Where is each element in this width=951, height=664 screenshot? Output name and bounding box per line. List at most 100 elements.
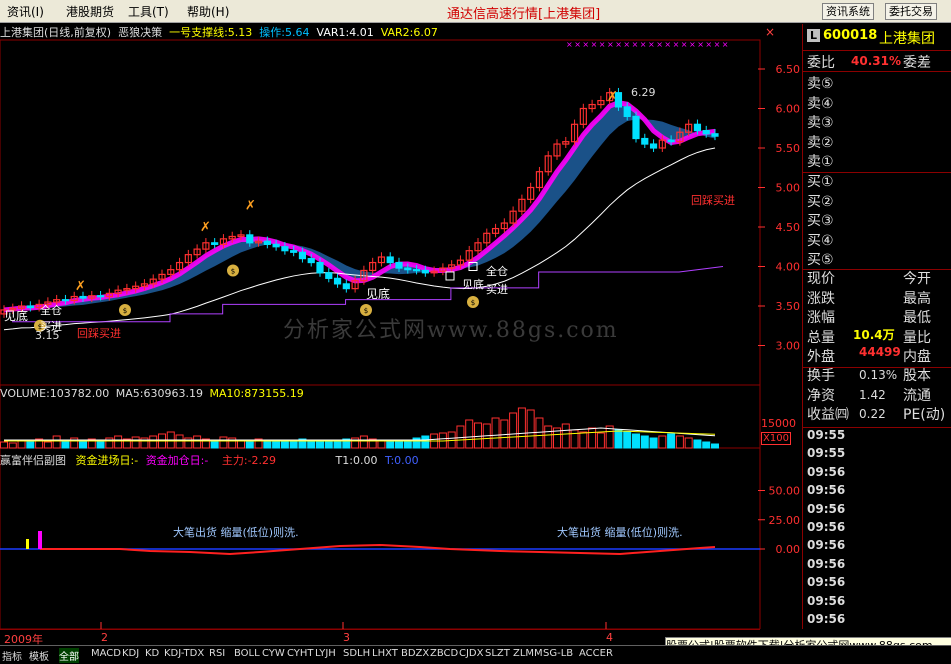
tick-time: 09:56: [807, 483, 846, 498]
quote-panel: L 600018 上港集团 委比 40.31% 委差 卖⑤ 卖④ 卖③ 卖② 卖① 买①…: [802, 24, 951, 629]
sell-level-2[interactable]: 卖②: [807, 132, 834, 152]
candle-body: [702, 130, 710, 135]
tab-cyht[interactable]: CYHT: [287, 648, 314, 659]
weibi-label: 委比: [807, 55, 835, 71]
quote-label-right-3: 量比: [903, 329, 931, 346]
candle-body: [404, 267, 412, 271]
tab-macd[interactable]: MACD: [91, 648, 121, 659]
date-month-3: 3: [343, 631, 350, 644]
trade-button[interactable]: 委托交易: [885, 3, 937, 20]
volume-bar: [193, 435, 202, 449]
volume-bar: [588, 427, 597, 449]
volume-bar: [570, 429, 579, 449]
volume-bar: [702, 441, 711, 449]
candle-body: [412, 269, 421, 272]
tab-lyjh[interactable]: LYJH: [315, 648, 336, 659]
buy-level-3[interactable]: 买③: [807, 210, 834, 230]
tab-指标[interactable]: 指标: [2, 648, 22, 663]
ind-tick-label: 0.00: [776, 543, 801, 556]
menu-item-tools[interactable]: 工具(T): [128, 3, 169, 20]
candle-body: [386, 256, 394, 264]
volume-bar: [711, 443, 719, 449]
candle-body: [632, 115, 640, 140]
quote-label-right-2: 最低: [903, 310, 931, 326]
fund-add-bar: [38, 531, 42, 549]
top-marker: ×: [591, 40, 598, 49]
sell-level-1[interactable]: 卖①: [807, 151, 834, 171]
buy-level-5[interactable]: 买⑤: [807, 249, 834, 269]
tab-kdj[interactable]: KDJ: [122, 648, 139, 659]
menu-item-info[interactable]: 资讯(I): [7, 3, 44, 20]
tab-模板[interactable]: 模板: [29, 648, 49, 663]
volume-bar: [561, 423, 570, 449]
candle-body: [61, 299, 70, 302]
stock-header: L 600018 上港集团: [803, 24, 951, 48]
volume-bar: [395, 441, 403, 449]
volume-bar: [596, 432, 605, 449]
tab-cyw[interactable]: CYW: [262, 648, 285, 659]
tab-cjdx[interactable]: CJDX: [459, 648, 483, 659]
tab-lhxt[interactable]: LHXT: [372, 648, 398, 659]
volume-bar: [675, 435, 684, 449]
candle-body: [325, 272, 333, 279]
volume-bar: [474, 422, 482, 449]
volume-bar: [131, 436, 140, 449]
volume-bar: [333, 440, 342, 449]
tick-time: 09:56: [807, 593, 846, 608]
sell-level-3[interactable]: 卖③: [807, 112, 834, 132]
volume-bar: [324, 441, 333, 449]
tab-zbcd[interactable]: ZBCD: [430, 648, 458, 659]
volume-bar: [79, 440, 87, 449]
tab-bdzx[interactable]: BDZX: [401, 648, 429, 659]
fin-label-right-1: 流通: [903, 387, 931, 404]
tab-sg-lb[interactable]: SG-LB: [543, 648, 573, 659]
weibi-row: 委比 40.31% 委差: [803, 50, 951, 72]
tab-boll[interactable]: BOLL: [234, 648, 260, 659]
indicator-lines: [26, 531, 716, 556]
candle-body: [667, 139, 675, 143]
tab-全部[interactable]: 全部: [59, 648, 79, 663]
volume-bar: [658, 435, 667, 449]
tab-sdlh[interactable]: SDLH: [343, 648, 370, 659]
top-marker: ×: [566, 40, 573, 49]
sell-level-5[interactable]: 卖⑤: [807, 73, 834, 93]
money-bag-icon-label: $: [231, 267, 235, 275]
menu-item-hk-futures[interactable]: 港股期货: [66, 3, 114, 20]
tab-slzt[interactable]: SLZT: [485, 648, 510, 659]
volume-bar: [684, 437, 693, 449]
candle-body: [26, 305, 34, 309]
candle-body: [298, 251, 307, 260]
quote-label-right-0: 今开: [903, 271, 931, 287]
app-title: 通达信高速行情[上港集团]: [447, 7, 601, 22]
candle-body: [316, 261, 324, 274]
volume-bar: [623, 431, 632, 449]
top-marker: ×: [697, 40, 704, 49]
top-marker: ×: [582, 40, 589, 49]
volume-bar: [219, 436, 228, 449]
volume-bar: [26, 440, 35, 449]
quote-label-left-1: 涨跌: [807, 290, 835, 307]
sell-level-4[interactable]: 卖④: [807, 93, 834, 113]
candle-body: [395, 261, 403, 269]
buy-level-1[interactable]: 买①: [807, 171, 834, 191]
menu-item-help[interactable]: 帮助(H): [187, 3, 229, 20]
tab-zlmm[interactable]: ZLMM: [513, 648, 543, 659]
tab-kdj-tdx[interactable]: KDJ-TDX: [164, 648, 204, 659]
buy-level-4[interactable]: 买④: [807, 230, 834, 250]
date-month-4: 4: [606, 631, 613, 644]
tick-time: 09:56: [807, 612, 846, 626]
total-volume-value: 10.4万: [853, 328, 895, 342]
volume-bar: [605, 425, 614, 449]
candle-body: [79, 295, 87, 299]
white-box-marker: [445, 271, 455, 281]
buy-level-2[interactable]: 买②: [807, 191, 834, 211]
info-system-button[interactable]: 资讯系统: [822, 3, 874, 20]
volume-bar: [421, 435, 430, 449]
fin-label-right-2: PE(动): [903, 407, 946, 423]
tab-rsi[interactable]: RSI: [209, 648, 225, 659]
tab-accer[interactable]: ACCER: [579, 648, 613, 659]
tab-kd[interactable]: KD: [145, 648, 159, 659]
price-tick-label: 6.00: [776, 103, 801, 116]
top-marker: ×: [615, 40, 622, 49]
indicator-tabs: 指标 模板 全部 MACD KDJ KD KDJ-TDX RSI BOLL CYW CYHT LYJH…: [0, 645, 951, 664]
